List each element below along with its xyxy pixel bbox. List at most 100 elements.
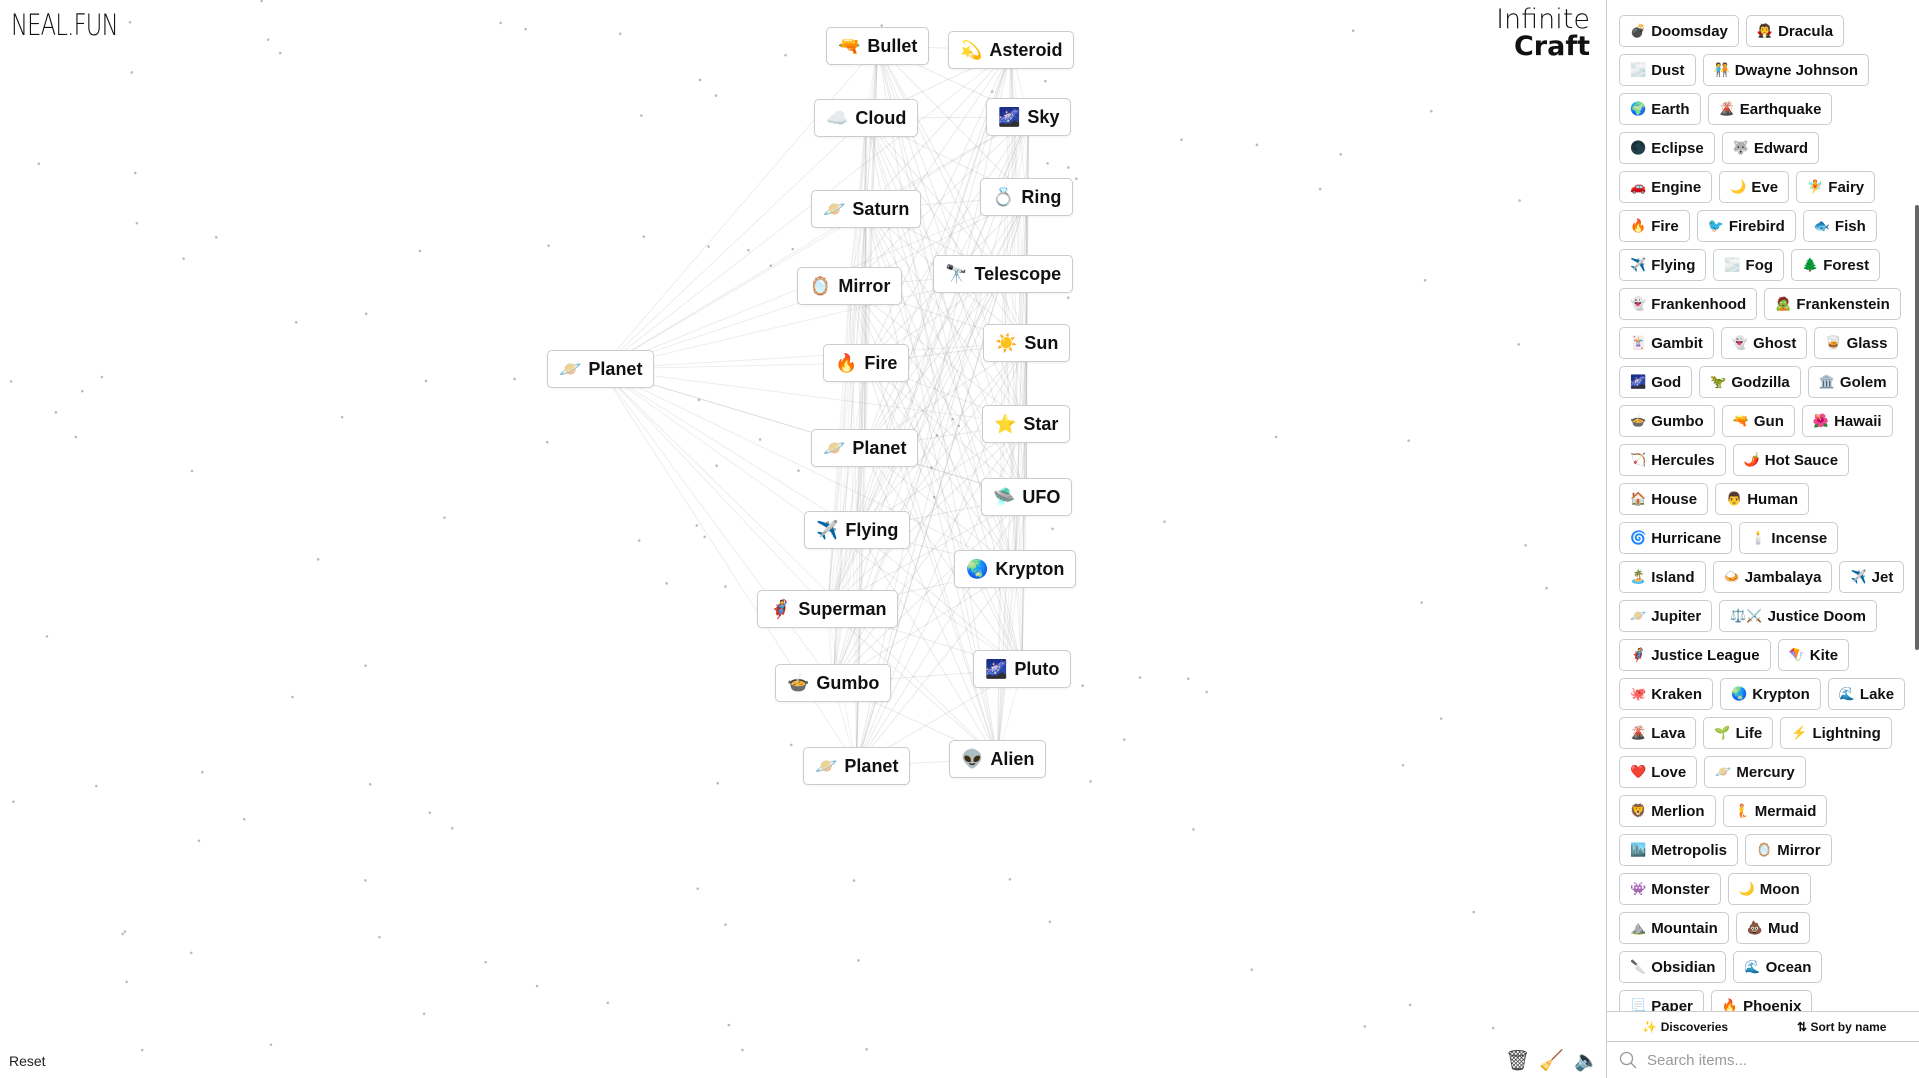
- item-emoji-icon: 🌫️: [1724, 257, 1741, 272]
- sidebar-item-earth[interactable]: 🌍 Earth: [1619, 93, 1701, 125]
- sidebar-item-golem[interactable]: 🏛️ Golem: [1807, 366, 1898, 398]
- sidebar-item-firebird[interactable]: 🐦 Firebird: [1696, 210, 1796, 242]
- sidebar-item-metropolis[interactable]: 🏙️ Metropolis: [1619, 834, 1739, 866]
- sidebar-item-gun[interactable]: 🔫 Gun: [1721, 405, 1795, 437]
- canvas-item-star[interactable]: ⭐ Star: [982, 405, 1071, 443]
- sidebar-item-jambalaya[interactable]: 🍛 Jambalaya: [1712, 561, 1833, 593]
- reset-button[interactable]: Reset: [9, 1053, 46, 1069]
- sidebar-item-edward[interactable]: 🐺 Edward: [1721, 132, 1820, 164]
- sidebar-item-paper[interactable]: 📃 Paper: [1619, 990, 1704, 1011]
- sidebar-item-fairy[interactable]: 🧚 Fairy: [1796, 171, 1876, 203]
- canvas-item-pluto[interactable]: 🌌 Pluto: [973, 650, 1072, 688]
- sidebar-item-dwayne-johnson[interactable]: 🧑‍🤝‍🧑 Dwayne Johnson: [1702, 54, 1870, 86]
- canvas-item-ufo[interactable]: 🛸 UFO: [981, 478, 1073, 516]
- sidebar-item-fish[interactable]: 🐟 Fish: [1802, 210, 1877, 242]
- sidebar-item-mirror[interactable]: 🪞 Mirror: [1745, 834, 1832, 866]
- sidebar-item-eve[interactable]: 🌙 Eve: [1719, 171, 1790, 203]
- sidebar-item-life[interactable]: 🌱 Life: [1703, 717, 1774, 749]
- canvas-item-sun[interactable]: ☀️ Sun: [983, 324, 1071, 362]
- sidebar-item-jet[interactable]: ✈️ Jet: [1839, 561, 1905, 593]
- item-emoji-icon: 🐙: [1630, 686, 1647, 701]
- canvas-item-telescope[interactable]: 🔭 Telescope: [933, 255, 1074, 293]
- sidebar-item-island[interactable]: 🏝️ Island: [1619, 561, 1706, 593]
- sidebar-item-monster[interactable]: 👾 Monster: [1619, 873, 1721, 905]
- sidebar-item-lightning[interactable]: ⚡ Lightning: [1780, 717, 1892, 749]
- sidebar-item-fog[interactable]: 🌫️ Fog: [1713, 249, 1785, 281]
- sidebar-item-phoenix[interactable]: 🔥 Phoenix: [1710, 990, 1813, 1011]
- sidebar-item-frankenhood[interactable]: 👻 Frankenhood: [1619, 288, 1758, 320]
- canvas-item-planet[interactable]: 🪐 Planet: [803, 747, 911, 785]
- sort-by-name-tab[interactable]: ⇅ Sort by name: [1764, 1020, 1919, 1034]
- sidebar: 💣 Doomsday 🧛 Dracula 🌫️ Dust 🧑‍🤝‍🧑 Dwayne Johns…: [1606, 0, 1919, 1078]
- sound-icon[interactable]: 🔈: [1574, 1048, 1599, 1073]
- sidebar-item-love[interactable]: ❤️ Love: [1619, 756, 1698, 788]
- sidebar-item-justice-league[interactable]: 🦸 Justice League: [1619, 639, 1771, 671]
- sidebar-item-frankenstein[interactable]: 🧟 Frankenstein: [1764, 288, 1901, 320]
- canvas-item-planet[interactable]: 🪐 Planet: [811, 429, 919, 467]
- sidebar-item-lava[interactable]: 🌋 Lava: [1619, 717, 1697, 749]
- canvas-item-asteroid[interactable]: 💫 Asteroid: [948, 31, 1075, 69]
- sidebar-item-engine[interactable]: 🚗 Engine: [1619, 171, 1713, 203]
- sidebar-item-jupiter[interactable]: 🪐 Jupiter: [1619, 600, 1713, 632]
- sidebar-item-god[interactable]: 🌌 God: [1619, 366, 1693, 398]
- sidebar-item-ocean[interactable]: 🌊 Ocean: [1733, 951, 1823, 983]
- sidebar-item-forest[interactable]: 🌲 Forest: [1791, 249, 1881, 281]
- item-label: Krypton: [1752, 685, 1810, 703]
- connection-line: [600, 117, 867, 370]
- item-label: Krypton: [995, 558, 1065, 579]
- canvas-item-planet[interactable]: 🪐 Planet: [547, 350, 655, 388]
- sidebar-item-earthquake[interactable]: 🌋 Earthquake: [1707, 93, 1833, 125]
- sidebar-item-dust[interactable]: 🌫️ Dust: [1619, 54, 1696, 86]
- sidebar-item-gumbo[interactable]: 🍲 Gumbo: [1619, 405, 1715, 437]
- trash-icon[interactable]: 🗑: [1505, 1048, 1530, 1073]
- canvas-item-alien[interactable]: 👽 Alien: [949, 740, 1047, 778]
- sidebar-item-house[interactable]: 🏠 House: [1619, 483, 1709, 515]
- sidebar-item-moon[interactable]: 🌙 Moon: [1727, 873, 1811, 905]
- sidebar-item-incense[interactable]: 🕯️ Incense: [1739, 522, 1839, 554]
- item-emoji-icon: 🦸: [769, 598, 792, 619]
- sidebar-item-lake[interactable]: 🌊 Lake: [1827, 678, 1906, 710]
- discoveries-tab[interactable]: ✨ Discoveries: [1607, 1020, 1764, 1034]
- canvas-item-gumbo[interactable]: 🍲 Gumbo: [775, 664, 892, 702]
- sidebar-item-gambit[interactable]: 🃏 Gambit: [1619, 327, 1714, 359]
- sidebar-item-human[interactable]: 👨 Human: [1715, 483, 1810, 515]
- sidebar-item-kite[interactable]: 🪁 Kite: [1777, 639, 1850, 671]
- sidebar-item-obsidian[interactable]: 🔪 Obsidian: [1619, 951, 1727, 983]
- sidebar-item-dracula[interactable]: 🧛 Dracula: [1745, 15, 1845, 47]
- canvas-item-superman[interactable]: 🦸 Superman: [757, 590, 899, 628]
- canvas-item-bullet[interactable]: 🔫 Bullet: [826, 27, 930, 65]
- sidebar-item-hawaii[interactable]: 🌺 Hawaii: [1801, 405, 1893, 437]
- sidebar-item-glass[interactable]: 🥃 Glass: [1814, 327, 1899, 359]
- canvas-item-flying[interactable]: ✈️ Flying: [804, 511, 911, 549]
- canvas-item-mirror[interactable]: 🪞 Mirror: [797, 267, 903, 305]
- craft-canvas[interactable]: NEAL.FUN Infinite Craft 🔫 Bullet 💫 Asteroid ☁…: [0, 0, 1606, 1078]
- sidebar-item-mud[interactable]: 💩 Mud: [1735, 912, 1810, 944]
- sidebar-item-eclipse[interactable]: 🌑 Eclipse: [1619, 132, 1715, 164]
- sidebar-item-justice-doom[interactable]: ⚖️⚔️ Justice Doom: [1719, 600, 1877, 632]
- canvas-item-ring[interactable]: 💍 Ring: [980, 178, 1074, 216]
- canvas-item-saturn[interactable]: 🪐 Saturn: [811, 190, 922, 228]
- neal-fun-logo[interactable]: NEAL.FUN: [11, 8, 119, 42]
- sidebar-item-hot-sauce[interactable]: 🌶️ Hot Sauce: [1732, 444, 1850, 476]
- sidebar-item-mercury[interactable]: 🪐 Mercury: [1704, 756, 1806, 788]
- sidebar-item-mermaid[interactable]: 🧜 Mermaid: [1722, 795, 1828, 827]
- scrollbar[interactable]: [1915, 205, 1919, 650]
- sidebar-item-godzilla[interactable]: 🦖 Godzilla: [1699, 366, 1801, 398]
- sidebar-item-krypton[interactable]: 🌏 Krypton: [1720, 678, 1821, 710]
- sidebar-item-hercules[interactable]: 🏹 Hercules: [1619, 444, 1726, 476]
- sidebar-item-fire[interactable]: 🔥 Fire: [1619, 210, 1690, 242]
- sidebar-item-merlion[interactable]: 🦁 Merlion: [1619, 795, 1716, 827]
- canvas-item-cloud[interactable]: ☁️ Cloud: [814, 99, 919, 137]
- item-emoji-icon: 🌀: [1630, 530, 1647, 545]
- canvas-item-krypton[interactable]: 🌏 Krypton: [954, 550, 1077, 588]
- search-input[interactable]: [1647, 1051, 1897, 1069]
- broom-icon[interactable]: 🧹: [1539, 1048, 1564, 1073]
- sidebar-item-doomsday[interactable]: 💣 Doomsday: [1619, 15, 1739, 47]
- sidebar-item-mountain[interactable]: ⛰️ Mountain: [1619, 912, 1729, 944]
- sidebar-item-hurricane[interactable]: 🌀 Hurricane: [1619, 522, 1733, 554]
- sidebar-item-flying[interactable]: ✈️ Flying: [1619, 249, 1707, 281]
- canvas-item-sky[interactable]: 🌌 Sky: [986, 98, 1072, 136]
- sidebar-item-kraken[interactable]: 🐙 Kraken: [1619, 678, 1714, 710]
- sidebar-item-ghost[interactable]: 👻 Ghost: [1720, 327, 1808, 359]
- canvas-item-fire[interactable]: 🔥 Fire: [823, 344, 910, 382]
